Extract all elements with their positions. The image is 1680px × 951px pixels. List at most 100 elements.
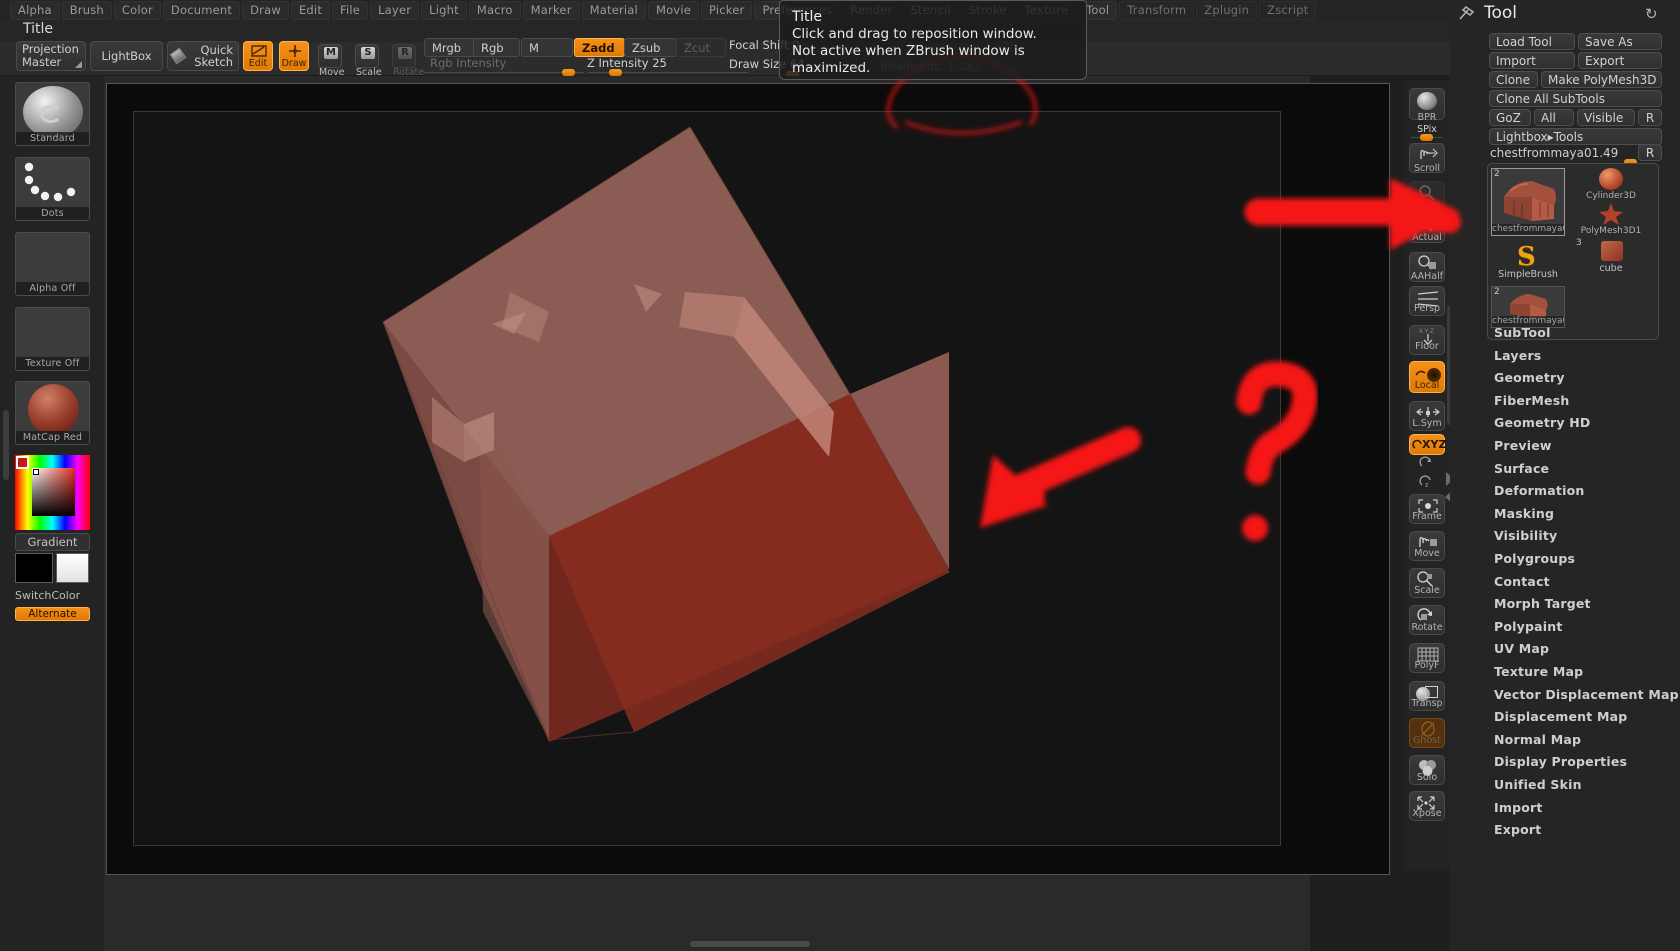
menu-item-render[interactable]: Render xyxy=(842,0,901,20)
menu-item-macro[interactable]: Macro xyxy=(468,0,521,20)
menu-item-alpha[interactable]: Alpha xyxy=(10,0,60,20)
subpalette-geometry[interactable]: Geometry xyxy=(1494,370,1565,385)
subpalette-unified-skin[interactable]: Unified Skin xyxy=(1494,777,1582,792)
menu-item-layer[interactable]: Layer xyxy=(370,0,420,20)
focal-shift-slider[interactable]: Focal Shift 0 xyxy=(729,38,800,52)
rotate-y-icon[interactable] xyxy=(1418,455,1436,471)
refresh-icon[interactable]: ↻ xyxy=(1645,5,1658,23)
subpalette-subtool[interactable]: SubTool xyxy=(1494,325,1551,340)
menu-item-file[interactable]: File xyxy=(332,0,369,20)
color-picker[interactable] xyxy=(15,455,90,530)
draw-size-slider[interactable]: Draw Size 64 xyxy=(729,57,805,71)
tool-thumbnail-chest[interactable]: chestfrommaya0 2 xyxy=(1491,168,1565,236)
z-intensity-slider[interactable]: Z Intensity 25 xyxy=(587,56,667,70)
subpalette-vector-displacement-map[interactable]: Vector Displacement Map xyxy=(1494,687,1679,702)
subpalette-contact[interactable]: Contact xyxy=(1494,574,1550,589)
rotate-z-icon[interactable]: z xyxy=(1418,474,1436,490)
color-picker-value-square[interactable] xyxy=(32,468,75,516)
menu-item-movie[interactable]: Movie xyxy=(647,0,699,20)
primary-color-swatch[interactable] xyxy=(15,553,53,583)
clone-all-subtools-button[interactable]: Clone All SubTools xyxy=(1489,90,1662,107)
rotate-button[interactable]: R Rotate xyxy=(392,44,424,78)
menu-item-light[interactable]: Light xyxy=(421,0,467,20)
subpalette-polypaint[interactable]: Polypaint xyxy=(1494,619,1563,634)
load-tool-button[interactable]: Load Tool xyxy=(1489,33,1575,50)
subpalette-preview[interactable]: Preview xyxy=(1494,438,1552,453)
goz-button[interactable]: GoZ xyxy=(1489,109,1531,126)
menu-item-document[interactable]: Document xyxy=(162,0,241,20)
menu-item-transform[interactable]: Transform xyxy=(1119,0,1195,20)
projection-master-button[interactable]: Projection Master xyxy=(16,41,86,71)
rgb-intensity-knob[interactable] xyxy=(562,69,575,76)
zcut-button[interactable]: Zcut xyxy=(676,38,726,57)
canvas-horizontal-scrollbar[interactable] xyxy=(690,941,810,947)
subpalette-texture-map[interactable]: Texture Map xyxy=(1494,664,1583,679)
subpalette-masking[interactable]: Masking xyxy=(1494,506,1554,521)
save-as-button[interactable]: Save As xyxy=(1578,33,1662,50)
menu-item-tool[interactable]: Tool xyxy=(1078,0,1118,20)
subpalette-polygroups[interactable]: Polygroups xyxy=(1494,551,1575,566)
draw-button[interactable]: Draw xyxy=(279,41,309,71)
menu-item-texture[interactable]: Texture xyxy=(1016,0,1077,20)
zadd-button[interactable]: Zadd xyxy=(574,38,625,57)
menu-item-brush[interactable]: Brush xyxy=(61,0,112,20)
subpalette-layers[interactable]: Layers xyxy=(1494,348,1541,363)
subpalette-uv-map[interactable]: UV Map xyxy=(1494,641,1549,656)
menu-item-zscript[interactable]: Zscript xyxy=(1259,0,1317,20)
spix-knob[interactable] xyxy=(1420,134,1433,141)
tool-thumbnail-cube[interactable]: 3 cube xyxy=(1576,238,1646,280)
subpalette-display-properties[interactable]: Display Properties xyxy=(1494,754,1627,769)
menu-item-preferences[interactable]: Preferences xyxy=(754,0,841,20)
alternate-button[interactable]: Alternate xyxy=(15,607,90,621)
subpalette-export[interactable]: Export xyxy=(1494,822,1541,837)
visible-button[interactable]: Visible xyxy=(1577,109,1635,126)
move-button[interactable]: M Move xyxy=(318,44,344,78)
menu-item-draw[interactable]: Draw xyxy=(242,0,289,20)
import-button[interactable]: Import xyxy=(1489,52,1575,69)
lightbox-button[interactable]: LightBox xyxy=(90,41,163,71)
current-stroke-swatch[interactable]: Dots xyxy=(15,157,90,221)
menu-item-stroke[interactable]: Stroke xyxy=(960,0,1015,20)
left-tray-scroll-handle[interactable] xyxy=(3,410,9,480)
menu-item-picker[interactable]: Picker xyxy=(701,0,753,20)
menu-item-edit[interactable]: Edit xyxy=(290,0,331,20)
edit-button[interactable]: Edit xyxy=(243,41,273,71)
r-button-1[interactable]: R xyxy=(1638,109,1662,126)
subpalette-import[interactable]: Import xyxy=(1494,800,1543,815)
subpalette-surface[interactable]: Surface xyxy=(1494,461,1549,476)
all-button[interactable]: All xyxy=(1534,109,1574,126)
xyz-button[interactable]: XYZ xyxy=(1409,434,1446,455)
subpalette-geometry-hd[interactable]: Geometry HD xyxy=(1494,415,1591,430)
menu-item-stencil[interactable]: Stencil xyxy=(902,0,959,20)
subpalette-normal-map[interactable]: Normal Map xyxy=(1494,732,1581,747)
tool-thumbnail-chest-small[interactable]: chestfrommaya0 2 xyxy=(1491,286,1565,328)
clone-button[interactable]: Clone xyxy=(1489,71,1538,88)
gradient-button[interactable]: Gradient xyxy=(15,533,90,551)
menu-item-marker[interactable]: Marker xyxy=(522,0,580,20)
zsub-button[interactable]: Zsub xyxy=(624,38,677,57)
current-brush-swatch[interactable]: Standard xyxy=(15,82,90,146)
current-alpha-swatch[interactable]: Alpha Off xyxy=(15,232,90,296)
canvas-3d-viewport[interactable] xyxy=(133,111,1281,846)
r-button-2[interactable]: R xyxy=(1638,144,1662,161)
current-material-swatch[interactable]: MatCap Red Wa xyxy=(15,381,90,445)
switch-color-button[interactable]: SwitchColor xyxy=(15,589,80,602)
lightbox-tools-button[interactable]: Lightbox▸Tools xyxy=(1489,128,1662,145)
subpalette-displacement-map[interactable]: Displacement Map xyxy=(1494,709,1627,724)
current-texture-swatch[interactable]: Texture Off xyxy=(15,307,90,371)
make-polymesh3d-button[interactable]: Make PolyMesh3D xyxy=(1541,71,1662,88)
scale-button[interactable]: S Scale xyxy=(355,44,382,78)
secondary-color-swatch[interactable] xyxy=(56,553,89,583)
cube-mesh[interactable] xyxy=(134,112,1282,847)
menu-item-color[interactable]: Color xyxy=(113,0,161,20)
z-intensity-knob[interactable] xyxy=(609,69,622,76)
subpalette-fibermesh[interactable]: FiberMesh xyxy=(1494,393,1569,408)
tool-thumbnail-polymesh3d1[interactable]: PolyMesh3D1 xyxy=(1576,202,1646,242)
tool-thumbnail-simplebrush[interactable]: S SimpleBrush xyxy=(1491,242,1565,284)
export-button[interactable]: Export xyxy=(1578,52,1662,69)
subpalette-deformation[interactable]: Deformation xyxy=(1494,483,1584,498)
m-button[interactable]: M xyxy=(521,38,573,57)
quick-sketch-button[interactable]: Quick Sketch xyxy=(167,41,239,71)
rgb-intensity-track[interactable] xyxy=(424,72,584,73)
subpalette-morph-target[interactable]: Morph Target xyxy=(1494,596,1591,611)
